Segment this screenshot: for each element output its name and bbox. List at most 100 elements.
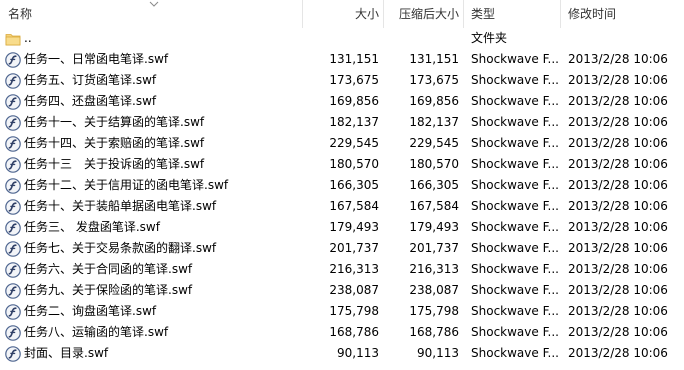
- file-type: Shockwave F...: [471, 73, 559, 87]
- file-type: Shockwave F...: [471, 241, 559, 255]
- file-name: 任务七、关于交易条款函的翻译.swf: [24, 241, 217, 255]
- file-name: 任务十一、关于结算函的笔译.swf: [24, 115, 205, 129]
- file-size: 238,087: [329, 283, 379, 297]
- file-row[interactable]: 任务一、日常函电笔译.swf 131,151 131,151 Shockwave…: [0, 49, 684, 70]
- file-size: 173,675: [329, 73, 379, 87]
- flash-file-icon: [5, 220, 21, 236]
- file-compressed-size: 175,798: [409, 304, 459, 318]
- file-row[interactable]: 任务十三 关于投诉函的笔译.swf 180,570 180,570 Shockw…: [0, 154, 684, 175]
- file-name: 任务三、 发盘函笔译.swf: [24, 220, 160, 234]
- file-row[interactable]: 任务五、订货函笔译.swf 173,675 173,675 Shockwave …: [0, 70, 684, 91]
- column-header-compressed-size[interactable]: 压缩后大小: [383, 0, 463, 28]
- column-header-modified[interactable]: 修改时间: [560, 0, 684, 28]
- file-row[interactable]: 任务十二、关于信用证的函电笔译.swf 166,305 166,305 Shoc…: [0, 175, 684, 196]
- file-compressed-size: 173,675: [409, 73, 459, 87]
- file-modified: 2013/2/28 10:06: [568, 136, 668, 150]
- file-row[interactable]: 任务十四、关于索赔函的笔译.swf 229,545 229,545 Shockw…: [0, 133, 684, 154]
- flash-file-icon: [5, 325, 21, 341]
- file-type: Shockwave F...: [471, 283, 559, 297]
- column-header-size[interactable]: 大小: [303, 0, 383, 28]
- file-name: 任务十三 关于投诉函的笔译.swf: [24, 157, 205, 171]
- file-compressed-size: 182,137: [409, 115, 459, 129]
- file-name: 封面、目录.swf: [24, 346, 109, 360]
- file-name: 任务二、询盘函笔译.swf: [24, 304, 157, 318]
- file-row[interactable]: 任务三、 发盘函笔译.swf 179,493 179,493 Shockwave…: [0, 217, 684, 238]
- flash-file-icon: [5, 304, 21, 320]
- parent-folder-row[interactable]: .. 文件夹: [0, 28, 684, 49]
- file-type: Shockwave F...: [471, 52, 559, 66]
- file-size: 131,151: [329, 52, 379, 66]
- file-size: 169,856: [329, 94, 379, 108]
- column-header-type[interactable]: 类型: [463, 0, 560, 28]
- file-row[interactable]: 任务二、询盘函笔译.swf 175,798 175,798 Shockwave …: [0, 301, 684, 322]
- file-compressed-size: 229,545: [409, 136, 459, 150]
- file-row[interactable]: 任务七、关于交易条款函的翻译.swf 201,737 201,737 Shock…: [0, 238, 684, 259]
- file-type: Shockwave F...: [471, 220, 559, 234]
- file-size: 179,493: [329, 220, 379, 234]
- file-row[interactable]: 封面、目录.swf 90,113 90,113 Shockwave F... 2…: [0, 343, 684, 364]
- file-compressed-size: 167,584: [409, 199, 459, 213]
- file-name: 任务一、日常函电笔译.swf: [24, 52, 169, 66]
- flash-file-icon: [5, 262, 21, 278]
- file-compressed-size: 169,856: [409, 94, 459, 108]
- file-row[interactable]: 任务八、运输函的笔译.swf 168,786 168,786 Shockwave…: [0, 322, 684, 343]
- flash-file-icon: [5, 136, 21, 152]
- file-modified: 2013/2/28 10:06: [568, 220, 668, 234]
- flash-file-icon: [5, 241, 21, 257]
- file-modified: 2013/2/28 10:06: [568, 178, 668, 192]
- flash-file-icon: [5, 115, 21, 131]
- flash-file-icon: [5, 199, 21, 215]
- file-compressed-size: 166,305: [409, 178, 459, 192]
- file-name: 任务五、订货函笔译.swf: [24, 73, 157, 87]
- file-name: 任务四、还盘函笔译.swf: [24, 94, 157, 108]
- file-type: Shockwave F...: [471, 136, 559, 150]
- file-type: Shockwave F...: [471, 262, 559, 276]
- file-size: 201,737: [329, 241, 379, 255]
- file-modified: 2013/2/28 10:06: [568, 73, 668, 87]
- flash-file-icon: [5, 52, 21, 68]
- file-modified: 2013/2/28 10:06: [568, 199, 668, 213]
- file-compressed-size: 216,313: [409, 262, 459, 276]
- file-modified: 2013/2/28 10:06: [568, 157, 668, 171]
- file-row[interactable]: 任务十、关于装船单据函电笔译.swf 167,584 167,584 Shock…: [0, 196, 684, 217]
- file-row[interactable]: 任务十一、关于结算函的笔译.swf 182,137 182,137 Shockw…: [0, 112, 684, 133]
- file-type: Shockwave F...: [471, 199, 559, 213]
- file-type: 文件夹: [471, 31, 508, 45]
- file-row[interactable]: 任务六、关于合同函的笔译.swf 216,313 216,313 Shockwa…: [0, 259, 684, 280]
- file-compressed-size: 131,151: [409, 52, 459, 66]
- file-size: 229,545: [329, 136, 379, 150]
- file-name: 任务十二、关于信用证的函电笔译.swf: [24, 178, 229, 192]
- file-size: 182,137: [329, 115, 379, 129]
- file-name: 任务十、关于装船单据函电笔译.swf: [24, 199, 217, 213]
- file-type: Shockwave F...: [471, 94, 559, 108]
- file-modified: 2013/2/28 10:06: [568, 346, 668, 360]
- file-size: 167,584: [329, 199, 379, 213]
- file-modified: 2013/2/28 10:06: [568, 262, 668, 276]
- file-modified: 2013/2/28 10:06: [568, 115, 668, 129]
- flash-file-icon: [5, 283, 21, 299]
- file-name: 任务八、运输函的笔译.swf: [24, 325, 169, 339]
- file-type: Shockwave F...: [471, 346, 559, 360]
- flash-file-icon: [5, 94, 21, 110]
- flash-file-icon: [5, 73, 21, 89]
- file-compressed-size: 238,087: [409, 283, 459, 297]
- file-modified: 2013/2/28 10:06: [568, 94, 668, 108]
- file-modified: 2013/2/28 10:06: [568, 283, 668, 297]
- file-modified: 2013/2/28 10:06: [568, 304, 668, 318]
- file-type: Shockwave F...: [471, 304, 559, 318]
- file-compressed-size: 168,786: [409, 325, 459, 339]
- file-name: 任务九、关于保险函的笔译.swf: [24, 283, 193, 297]
- flash-file-icon: [5, 346, 21, 362]
- flash-file-icon: [5, 178, 21, 194]
- file-compressed-size: 180,570: [409, 157, 459, 171]
- file-size: 180,570: [329, 157, 379, 171]
- file-type: Shockwave F...: [471, 178, 559, 192]
- file-size: 175,798: [329, 304, 379, 318]
- file-modified: 2013/2/28 10:06: [568, 52, 668, 66]
- file-name: 任务十四、关于索赔函的笔译.swf: [24, 136, 205, 150]
- file-row[interactable]: 任务九、关于保险函的笔译.swf 238,087 238,087 Shockwa…: [0, 280, 684, 301]
- file-row[interactable]: 任务四、还盘函笔译.swf 169,856 169,856 Shockwave …: [0, 91, 684, 112]
- column-header-bar: 名称 大小 压缩后大小 类型 修改时间: [0, 0, 684, 28]
- file-compressed-size: 179,493: [409, 220, 459, 234]
- sort-ascending-icon: [149, 1, 159, 7]
